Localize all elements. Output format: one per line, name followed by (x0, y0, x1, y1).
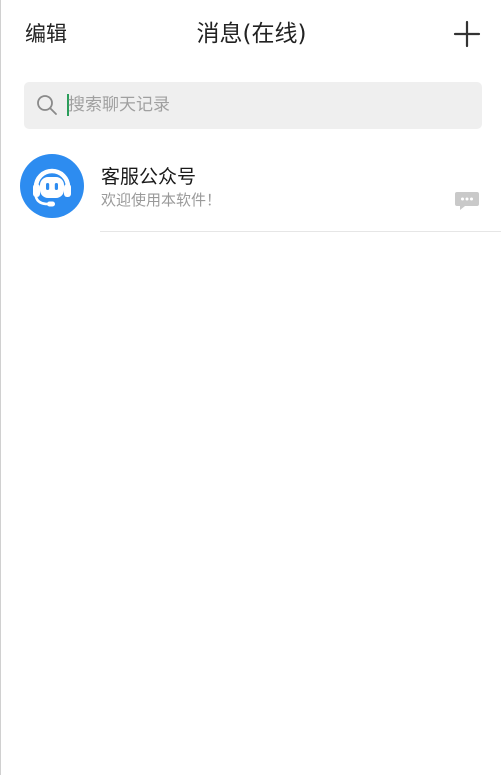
conversation-item[interactable]: 客服公众号 欢迎使用本软件！ (1, 148, 501, 232)
top-bar: 编辑 消息(在线) (1, 0, 501, 68)
conversation-name: 客服公众号 (101, 166, 197, 188)
avatar (20, 154, 84, 218)
search-icon (37, 95, 57, 115)
headset-support-icon (33, 168, 71, 207)
add-button[interactable] (452, 19, 482, 49)
page-title: 消息(在线) (196, 21, 307, 47)
search-input[interactable] (68, 89, 468, 121)
divider (100, 231, 501, 232)
conversation-preview: 欢迎使用本软件！ (101, 191, 222, 209)
plus-icon (453, 20, 481, 48)
messages-screen: 编辑 消息(在线) 搜索聊天记录 客服公众号 欢迎使用本软件！ (0, 0, 501, 775)
chat-bubble-icon (455, 192, 479, 210)
